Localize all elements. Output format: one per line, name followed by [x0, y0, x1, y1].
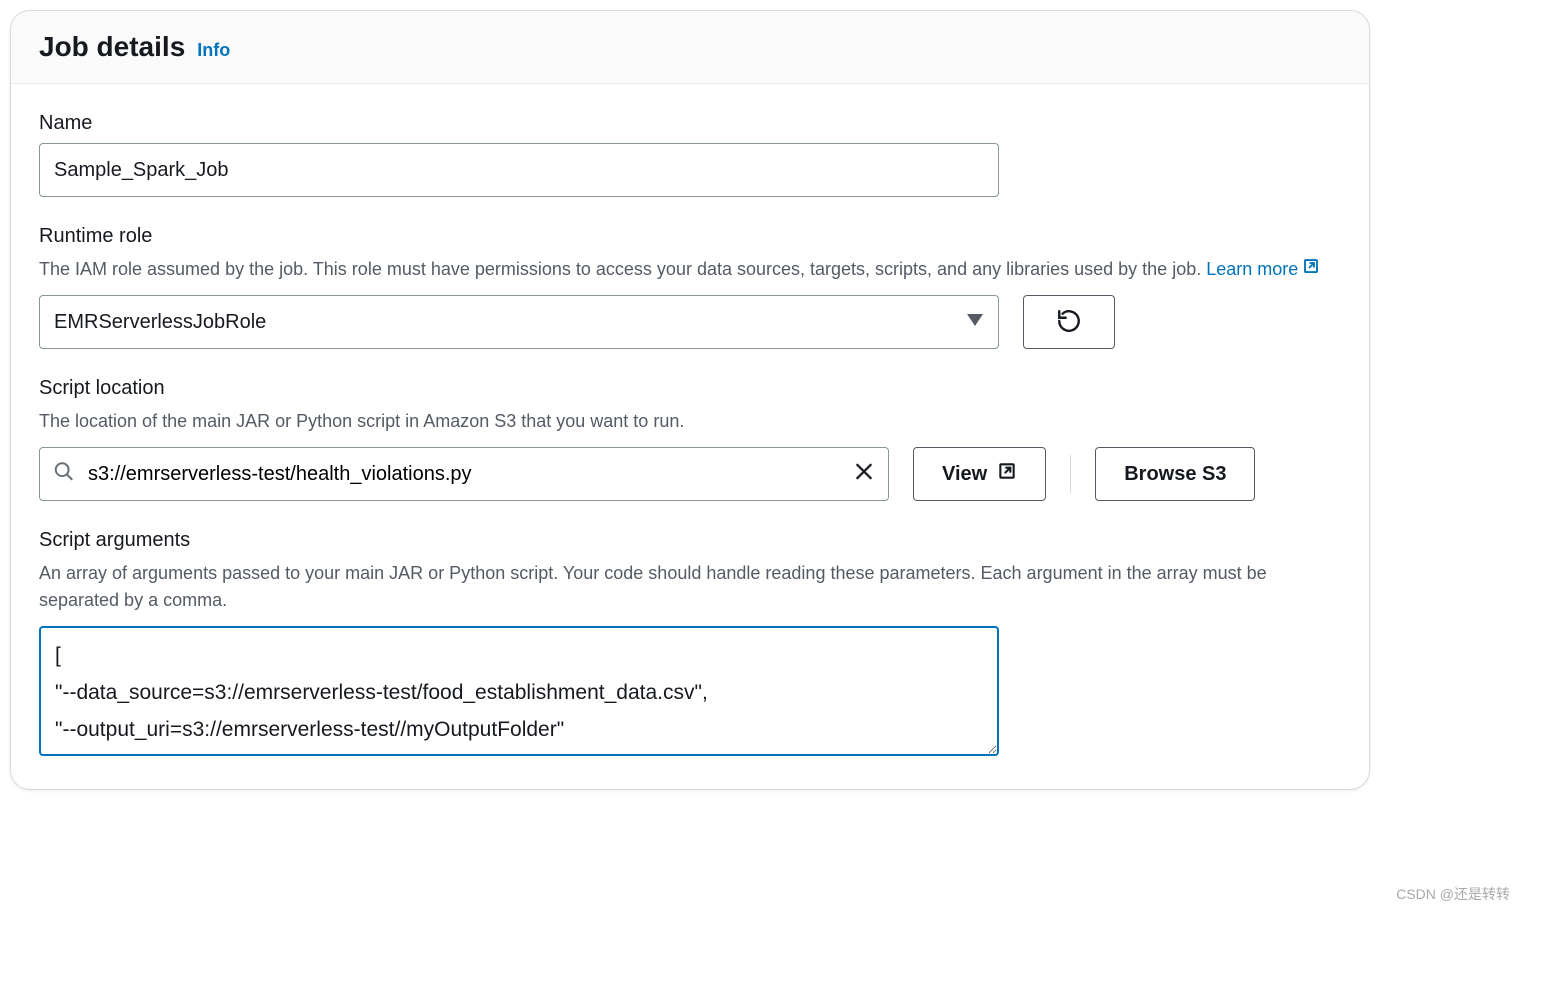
panel-header: Job details Info	[11, 11, 1369, 84]
runtime-role-value: EMRServerlessJobRole	[54, 311, 266, 334]
learn-more-text: Learn more	[1206, 256, 1298, 283]
script-arguments-field: Script arguments An array of arguments p…	[39, 529, 1341, 761]
script-location-input[interactable]	[39, 447, 889, 501]
view-button[interactable]: View	[913, 447, 1046, 501]
script-location-label: Script location	[39, 377, 1341, 400]
divider	[1070, 455, 1071, 493]
runtime-role-hint-text: The IAM role assumed by the job. This ro…	[39, 259, 1206, 279]
refresh-button[interactable]	[1023, 295, 1115, 349]
name-input[interactable]	[39, 143, 999, 197]
browse-s3-label: Browse S3	[1124, 463, 1226, 486]
clear-icon[interactable]	[853, 461, 875, 488]
script-arguments-hint: An array of arguments passed to your mai…	[39, 560, 1341, 614]
name-field: Name	[39, 112, 1341, 197]
panel-title: Job details	[39, 31, 185, 63]
browse-s3-button[interactable]: Browse S3	[1095, 447, 1255, 501]
name-label: Name	[39, 112, 1341, 135]
script-arguments-label: Script arguments	[39, 529, 1341, 552]
learn-more-link[interactable]: Learn more	[1206, 256, 1320, 283]
panel-content: Name Runtime role The IAM role assumed b…	[11, 84, 1369, 789]
watermark: CSDN @还是转转	[1396, 884, 1510, 904]
view-button-label: View	[942, 463, 987, 486]
script-location-hint: The location of the main JAR or Python s…	[39, 408, 1341, 435]
runtime-role-label: Runtime role	[39, 225, 1341, 248]
info-link[interactable]: Info	[197, 40, 230, 61]
job-details-panel: Job details Info Name Runtime role The I…	[10, 10, 1370, 790]
external-link-icon	[997, 461, 1017, 487]
script-location-field: Script location The location of the main…	[39, 377, 1341, 501]
external-link-icon	[1302, 256, 1320, 283]
runtime-role-field: Runtime role The IAM role assumed by the…	[39, 225, 1341, 349]
runtime-role-hint: The IAM role assumed by the job. This ro…	[39, 256, 1341, 283]
refresh-icon	[1056, 308, 1082, 337]
script-arguments-input[interactable]	[39, 626, 999, 756]
runtime-role-select[interactable]: EMRServerlessJobRole	[39, 295, 999, 349]
